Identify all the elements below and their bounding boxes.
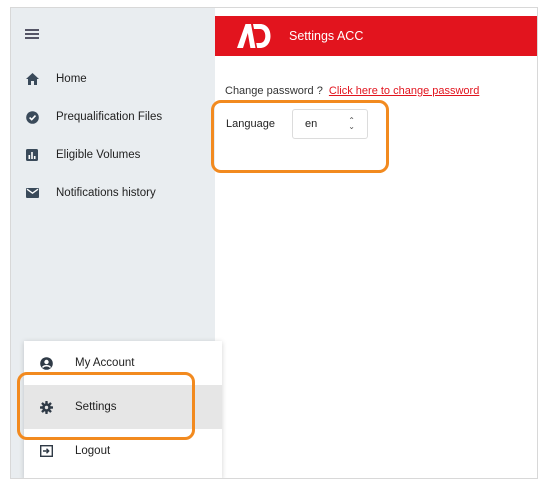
sidebar-item-home[interactable]: Home xyxy=(11,60,215,98)
menu-item-logout[interactable]: Logout xyxy=(24,429,222,473)
menu-item-label: Logout xyxy=(75,445,111,457)
sidebar-item-label: Home xyxy=(56,73,87,85)
change-password-link[interactable]: Click here to change password xyxy=(329,85,479,97)
sidebar-item-label: Notifications history xyxy=(56,187,156,199)
language-label: Language xyxy=(226,118,275,130)
menu-item-label: My Account xyxy=(75,357,135,369)
sidebar-item-notifications-history[interactable]: Notifications history xyxy=(11,174,215,212)
sidebar-item-prequalification-files[interactable]: Prequalification Files xyxy=(11,98,215,136)
menu-item-settings[interactable]: Settings xyxy=(24,385,222,429)
settings-content: Change password ? Click here to change p… xyxy=(225,85,479,139)
sidebar-top xyxy=(11,8,215,60)
language-row: Language en ⌃ ⌄ xyxy=(225,109,479,139)
page-title: Settings ACC xyxy=(289,29,364,43)
menu-item-label: Settings xyxy=(75,401,117,413)
hamburger-icon[interactable] xyxy=(25,29,39,39)
brand-logo[interactable] xyxy=(237,24,271,48)
sidebar-item-label: Prequalification Files xyxy=(56,111,163,123)
gear-icon xyxy=(39,400,53,414)
bar-chart-icon xyxy=(25,148,39,162)
menu-item-my-account[interactable]: My Account xyxy=(24,341,222,385)
updown-chevron-icon: ⌃ ⌄ xyxy=(348,116,355,131)
sidebar-item-eligible-volumes[interactable]: Eligible Volumes xyxy=(11,136,215,174)
logout-icon xyxy=(39,444,53,458)
ad-logo-icon xyxy=(237,24,271,48)
language-select[interactable]: en ⌃ ⌄ xyxy=(291,109,368,139)
account-circle-icon xyxy=(39,356,53,370)
account-menu: My Account Settings Logout xyxy=(24,341,222,478)
app-window: Home Prequalification Files Eligible Vol… xyxy=(10,7,538,479)
change-password-prompt: Change password ? xyxy=(225,85,323,97)
check-badge-icon xyxy=(25,110,39,124)
language-select-value: en xyxy=(304,118,318,130)
sidebar-item-label: Eligible Volumes xyxy=(56,149,141,161)
envelope-icon xyxy=(25,186,39,200)
home-icon xyxy=(25,72,39,86)
change-password-row: Change password ? Click here to change p… xyxy=(225,85,479,97)
app-header: Settings ACC xyxy=(215,16,537,56)
